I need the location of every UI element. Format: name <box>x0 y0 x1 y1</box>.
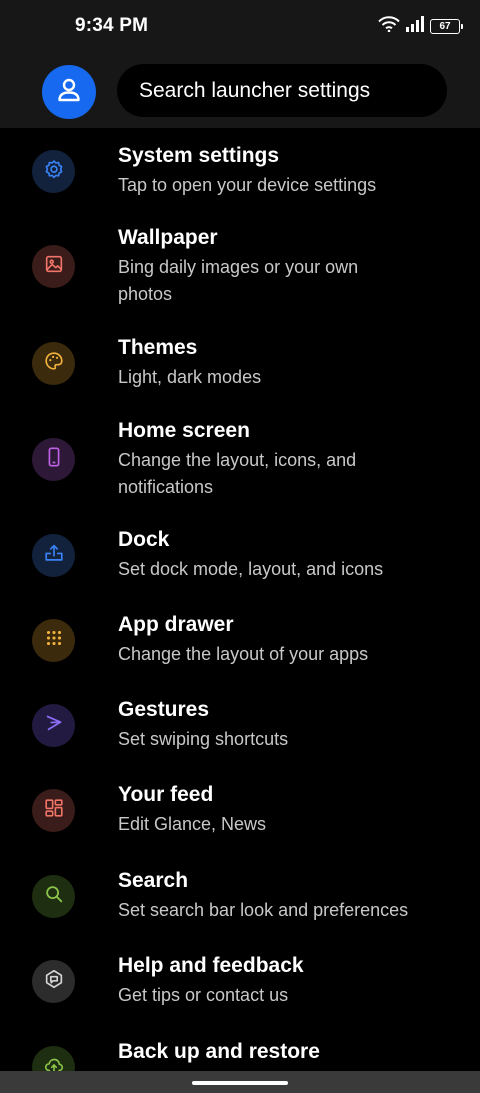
settings-item-subtitle: Change the layout, icons, and notificati… <box>118 450 357 497</box>
settings-item-title: Wallpaper <box>118 226 218 249</box>
battery-level: 67 <box>439 20 451 32</box>
settings-item-icon-bg <box>32 534 75 577</box>
help-chat-icon <box>43 968 65 995</box>
settings-item-subtitle: Tap to open your device settings <box>118 175 377 195</box>
gear-icon <box>43 158 65 185</box>
header: 9:34 PM 67 Search launcher settings <box>0 0 480 128</box>
settings-item-wallpaper[interactable]: Wallpaper Bing daily images or your own … <box>0 224 480 309</box>
settings-item-app-drawer[interactable]: App drawer Change the layout of your app… <box>0 611 480 673</box>
dock-upload-icon <box>43 542 65 569</box>
settings-item-search[interactable]: Search Set search bar look and preferenc… <box>0 867 480 929</box>
settings-item-icon-bg <box>32 245 75 288</box>
settings-item-title: Search <box>118 869 189 892</box>
settings-item-icon-bg <box>32 875 75 918</box>
settings-item-icon-bg <box>32 789 75 832</box>
settings-item-title: Help and feedback <box>118 954 304 977</box>
settings-item-subtitle: Set search bar look and preferences <box>118 900 409 920</box>
feed-layout-icon <box>43 797 65 824</box>
settings-item-icon-bg <box>32 150 75 193</box>
signal-icon <box>406 16 424 37</box>
search-icon <box>43 883 65 910</box>
settings-item-icon-bg <box>32 704 75 747</box>
settings-item-subtitle: Light, dark modes <box>118 367 262 387</box>
search-placeholder: Search launcher settings <box>139 78 371 102</box>
settings-item-system-settings[interactable]: System settings Tap to open your device … <box>0 142 480 204</box>
status-time: 9:34 PM <box>75 15 149 36</box>
settings-item-subtitle: Get tips or contact us <box>118 985 289 1005</box>
account-avatar-button[interactable] <box>42 65 96 119</box>
settings-item-help-feedback[interactable]: Help and feedback Get tips or contact us <box>0 952 480 1014</box>
settings-item-title: Gestures <box>118 698 210 721</box>
battery-icon: 67 <box>430 19 463 34</box>
system-navigation-bar <box>0 1071 480 1093</box>
status-bar: 9:34 PM 67 <box>0 0 480 54</box>
home-gesture-handle[interactable] <box>192 1081 288 1085</box>
settings-item-themes[interactable]: Themes Light, dark modes <box>0 334 480 396</box>
settings-item-your-feed[interactable]: Your feed Edit Glance, News <box>0 781 480 843</box>
settings-item-icon-bg <box>32 438 75 481</box>
settings-item-icon-bg <box>32 619 75 662</box>
settings-item-title: System settings <box>118 144 280 167</box>
search-settings-input[interactable]: Search launcher settings <box>117 64 447 117</box>
settings-item-subtitle: Set dock mode, layout, and icons <box>118 559 384 579</box>
settings-item-subtitle: Set swiping shortcuts <box>118 729 289 749</box>
wifi-icon <box>378 16 400 37</box>
settings-item-title: Themes <box>118 336 198 359</box>
settings-item-backup-restore[interactable]: Back up and restore <box>0 1038 480 1089</box>
settings-item-title: Home screen <box>118 419 250 442</box>
gesture-swipe-icon <box>43 712 65 739</box>
settings-item-title: Back up and restore <box>118 1040 320 1063</box>
settings-item-gestures[interactable]: Gestures Set swiping shortcuts <box>0 696 480 758</box>
person-icon <box>56 77 82 108</box>
settings-item-subtitle: Bing daily images or your own photos <box>118 257 359 304</box>
settings-item-icon-bg <box>32 960 75 1003</box>
status-icons: 67 <box>378 16 463 37</box>
settings-item-subtitle: Edit Glance, News <box>118 814 267 834</box>
phone-icon <box>43 446 65 473</box>
settings-item-dock[interactable]: Dock Set dock mode, layout, and icons <box>0 526 480 588</box>
settings-item-title: Dock <box>118 528 170 551</box>
settings-item-title: Your feed <box>118 783 214 806</box>
palette-icon <box>43 350 65 377</box>
settings-item-home-screen[interactable]: Home screen Change the layout, icons, an… <box>0 417 480 502</box>
grid-dots-icon <box>43 627 65 654</box>
settings-item-title: App drawer <box>118 613 234 636</box>
settings-item-subtitle: Change the layout of your apps <box>118 644 369 664</box>
image-icon <box>43 253 65 280</box>
settings-item-icon-bg <box>32 342 75 385</box>
